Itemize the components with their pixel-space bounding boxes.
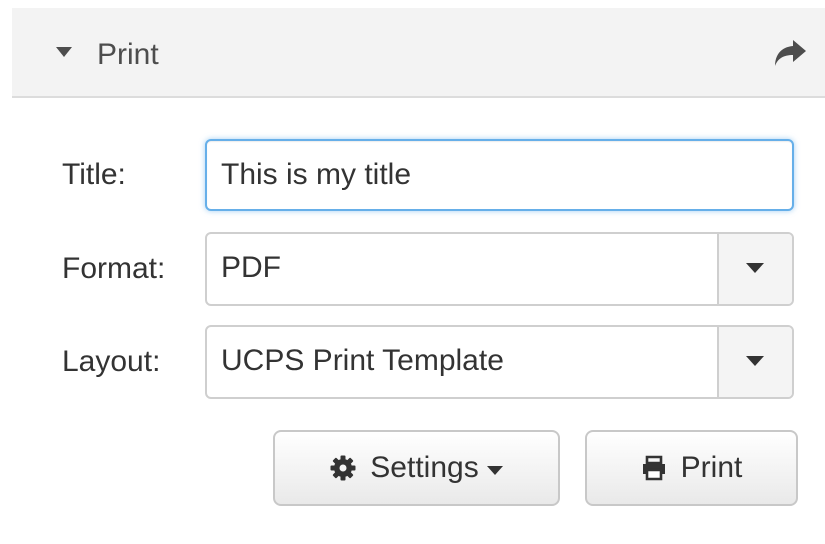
gear-icon xyxy=(330,455,356,481)
format-dropdown-button[interactable] xyxy=(717,234,792,304)
title-label: Title: xyxy=(62,158,126,191)
chevron-down-icon xyxy=(746,263,764,273)
panel-title: Print xyxy=(97,38,159,71)
collapse-caret-icon[interactable] xyxy=(56,47,72,57)
print-button[interactable]: Print xyxy=(585,430,798,506)
layout-select-value: UCPS Print Template xyxy=(221,344,504,377)
title-input[interactable] xyxy=(205,139,794,211)
print-panel-header[interactable]: Print xyxy=(12,8,825,98)
format-label: Format: xyxy=(62,252,166,285)
layout-label: Layout: xyxy=(62,345,161,378)
layout-dropdown-button[interactable] xyxy=(717,327,792,397)
format-select[interactable]: PDF xyxy=(205,232,794,306)
printer-icon xyxy=(642,455,665,481)
chevron-down-icon xyxy=(746,356,764,366)
settings-button-label: Settings xyxy=(370,451,479,484)
layout-select[interactable]: UCPS Print Template xyxy=(205,325,794,399)
format-select-value: PDF xyxy=(221,251,281,284)
caret-down-icon xyxy=(486,465,503,475)
settings-dropdown-button[interactable]: Settings xyxy=(273,430,560,506)
print-button-label: Print xyxy=(680,451,743,484)
share-arrow-icon[interactable] xyxy=(773,38,807,68)
